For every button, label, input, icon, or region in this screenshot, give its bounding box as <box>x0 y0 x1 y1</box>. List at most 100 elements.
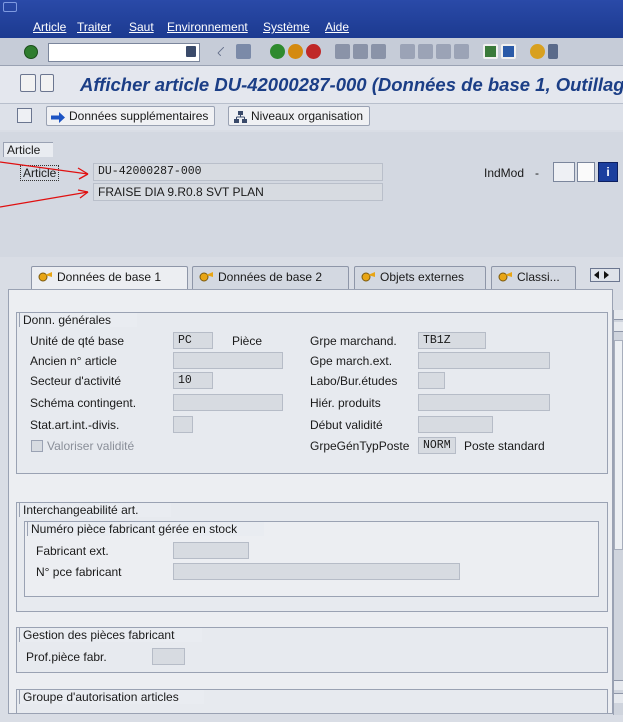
menu-aide[interactable]: Aide <box>325 20 349 34</box>
valid-from-field[interactable] <box>418 416 493 433</box>
quota-scheme-label: Schéma contingent. <box>30 396 137 410</box>
mfr-parts-title: Gestion des pièces fabricant <box>19 627 202 642</box>
vertical-scrollbar[interactable] <box>613 310 623 715</box>
item-category-group-field[interactable]: NORM <box>418 437 456 454</box>
save-icon[interactable] <box>236 44 251 59</box>
new-session-icon[interactable] <box>483 44 498 59</box>
item-category-group-text: Poste standard <box>464 439 545 453</box>
org-levels-button[interactable]: Niveaux organisation <box>228 106 371 126</box>
find-next-icon[interactable] <box>371 44 386 59</box>
scroll-up-small-icon[interactable] <box>614 322 623 332</box>
back-icon[interactable] <box>270 44 285 59</box>
first-page-icon[interactable] <box>400 44 415 59</box>
additional-data-button[interactable]: Données supplémentaires <box>46 106 216 126</box>
menu-article[interactable]: Article <box>33 20 66 34</box>
tab-label: Classi... <box>517 270 560 284</box>
tab-scroll-right-icon[interactable] <box>604 271 609 279</box>
part-number-field[interactable] <box>173 563 460 580</box>
shortcut-icon[interactable] <box>501 44 516 59</box>
exit-icon[interactable] <box>288 44 303 59</box>
lab-office-field[interactable] <box>418 372 445 389</box>
org-structure-icon <box>234 110 247 123</box>
tab-donnees-base-2[interactable]: Données de base 2 <box>192 266 349 289</box>
lab-office-label: Labo/Bur.études <box>310 374 398 388</box>
tab-status-icon <box>498 272 512 282</box>
enter-check-icon[interactable] <box>24 45 38 59</box>
tab-status-icon <box>199 272 213 282</box>
quota-scheme-field[interactable] <box>173 394 283 411</box>
ext-material-group-field[interactable] <box>418 352 550 369</box>
tab-status-icon <box>38 272 52 282</box>
previous-page-icon[interactable] <box>418 44 433 59</box>
tab-scroll-buttons[interactable] <box>590 268 620 282</box>
valuation-label: Valoriser validité <box>47 439 135 453</box>
mfr-profile-label: Prof.pièce fabr. <box>26 650 107 664</box>
long-text-icon[interactable] <box>577 162 595 182</box>
info-icon[interactable]: i <box>598 162 618 182</box>
annotation-arrows <box>0 161 89 208</box>
page-title: Afficher article DU-42000287-000 (Donnée… <box>80 74 623 95</box>
division-label: Secteur d'activité <box>30 374 122 388</box>
indmod-value: - <box>535 166 539 180</box>
tab-donnees-base-1[interactable]: Données de base 1 <box>31 266 188 291</box>
layout-menu-icon[interactable] <box>548 44 558 59</box>
material-group-field[interactable]: TB1Z <box>418 332 486 349</box>
mpn-subgroup-title: Numéro pièce fabricant gérée en stock <box>27 521 264 536</box>
article-description-field[interactable]: FRAISE DIA 9.R0.8 SVT PLAN <box>93 183 383 201</box>
menu-saut[interactable]: Saut <box>129 20 154 34</box>
base-unit-label: Unité de qté base <box>30 334 125 348</box>
old-article-label: Ancien n° article <box>30 354 117 368</box>
part-number-label: N° pce fabricant <box>36 565 122 579</box>
tab-classification[interactable]: Classi... <box>491 266 576 289</box>
division-field[interactable]: 10 <box>173 372 213 389</box>
scroll-thumb[interactable] <box>614 340 623 550</box>
menu-environnement[interactable]: Environnement <box>167 20 248 34</box>
mfr-profile-field[interactable] <box>152 648 185 665</box>
material-group-label: Grpe marchand. <box>310 334 397 348</box>
additional-data-label: Données supplémentaires <box>69 109 209 123</box>
tab-scroll-left-icon[interactable] <box>594 271 599 279</box>
change-display-icon[interactable] <box>20 74 36 92</box>
item-category-group-label: GrpeGénTypPoste <box>310 439 410 453</box>
tab-label: Données de base 2 <box>218 270 323 284</box>
valuation-checkbox[interactable] <box>31 440 43 452</box>
interchangeability-title: Interchangeabilité art. <box>19 502 171 517</box>
xplant-status-field[interactable] <box>173 416 193 433</box>
base-unit-text: Pièce <box>232 334 263 348</box>
xplant-status-label: Stat.art.int.-divis. <box>30 418 120 432</box>
tab-label: Données de base 1 <box>57 270 162 284</box>
menu-traiter[interactable]: Traiter <box>77 20 111 34</box>
product-hierarchy-label: Hiér. produits <box>310 396 381 410</box>
scroll-up-icon[interactable] <box>614 310 623 320</box>
help-icon[interactable] <box>530 44 545 59</box>
indmod-label: IndMod <box>484 166 525 180</box>
tab-status-icon <box>361 272 375 282</box>
last-page-icon[interactable] <box>454 44 469 59</box>
general-data-title: Donn. générales <box>19 312 137 327</box>
base-unit-field[interactable]: PC <box>173 332 213 349</box>
article-number-field[interactable]: DU-42000287-000 <box>93 163 383 181</box>
command-history-icon[interactable] <box>186 46 196 57</box>
next-page-icon[interactable] <box>436 44 451 59</box>
manufacturer-field[interactable] <box>173 542 249 559</box>
document-icon[interactable] <box>40 74 54 92</box>
auth-group-title: Groupe d'autorisation articles <box>19 689 204 704</box>
scroll-down-icon[interactable] <box>614 693 623 703</box>
find-icon[interactable] <box>353 44 368 59</box>
sap-logo-icon <box>3 2 17 12</box>
ext-material-group-label: Gpe march.ext. <box>310 354 393 368</box>
glasses-icon[interactable] <box>553 162 575 182</box>
print-icon[interactable] <box>335 44 350 59</box>
menu-systeme[interactable]: Système <box>263 20 310 34</box>
arrow-right-icon <box>51 110 65 123</box>
manufacturer-label: Fabricant ext. <box>36 544 109 558</box>
scroll-down-small-icon[interactable] <box>614 680 623 690</box>
old-article-field[interactable] <box>173 352 283 369</box>
views-icon[interactable] <box>17 108 32 123</box>
product-hierarchy-field[interactable] <box>418 394 550 411</box>
tab-label: Objets externes <box>380 270 465 284</box>
tab-objets-externes[interactable]: Objets externes <box>354 266 486 289</box>
command-field[interactable] <box>48 43 200 62</box>
org-levels-label: Niveaux organisation <box>251 109 364 123</box>
cancel-icon[interactable] <box>306 44 321 59</box>
